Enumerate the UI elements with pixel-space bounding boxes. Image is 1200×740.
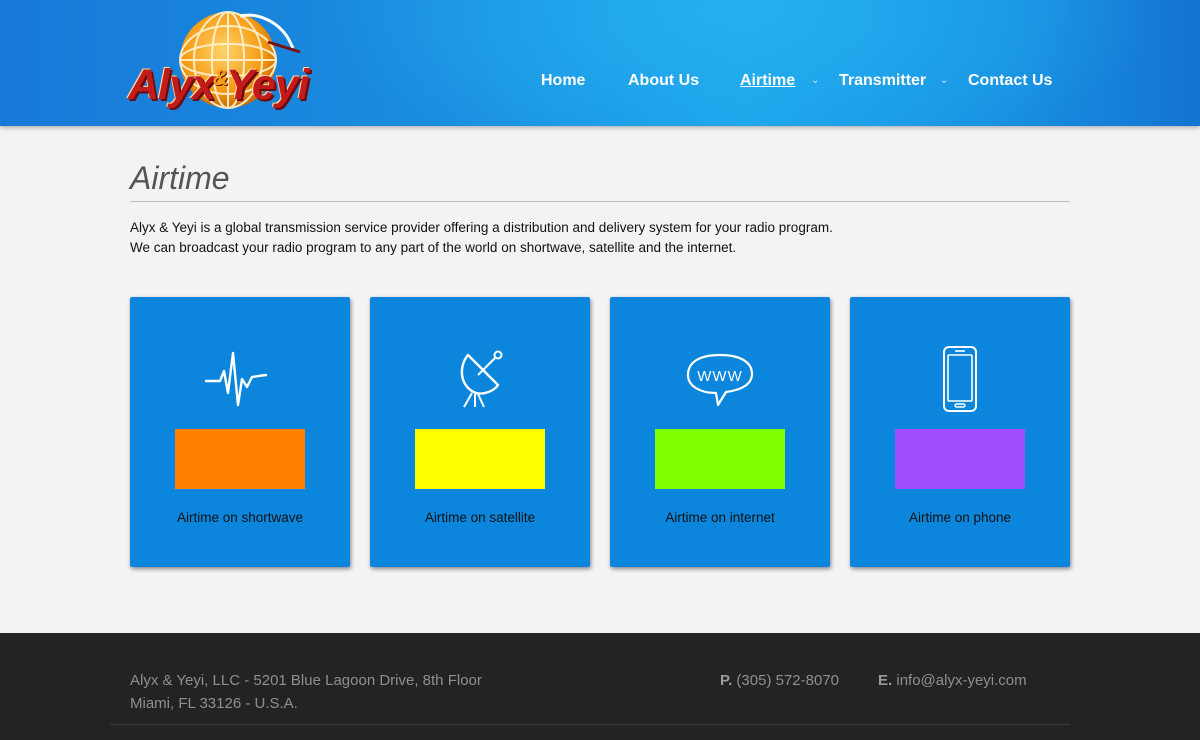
card-satellite[interactable]: Airtime on satellite [370, 297, 590, 567]
phone-prefix: P. [720, 672, 733, 689]
email-link[interactable]: info@alyx-yeyi.com [896, 672, 1026, 689]
intro-line: Alyx & Yeyi is a global transmission ser… [130, 220, 833, 235]
svg-text:WWW: WWW [697, 368, 742, 385]
nav-airtime[interactable]: Airtime [740, 72, 795, 90]
www-speech-bubble-icon: WWW [686, 353, 754, 407]
color-swatch [655, 429, 785, 489]
footer-divider [110, 724, 1070, 725]
logo-wordmark: Alyx&Yeyi [128, 54, 318, 109]
nav-contact-us[interactable]: Contact Us [968, 72, 1052, 90]
smartphone-icon [943, 346, 977, 412]
nav-home[interactable]: Home [541, 72, 585, 90]
footer-email: E. info@alyx-yeyi.com [878, 669, 1027, 692]
footer-phone: P. (305) 572-8070 [720, 669, 839, 692]
shortwave-signal-icon [204, 351, 268, 407]
intro-line: We can broadcast your radio program to a… [130, 240, 737, 255]
intro-text: Alyx & Yeyi is a global transmission ser… [130, 218, 1070, 258]
card-internet[interactable]: WWW Airtime on internet [610, 297, 830, 567]
nav-about-us[interactable]: About Us [628, 72, 699, 90]
color-swatch [415, 429, 545, 489]
phone-number[interactable]: (305) 572-8070 [736, 672, 839, 689]
title-divider [130, 201, 1070, 202]
site-footer: Alyx & Yeyi, LLC - 5201 Blue Lagoon Driv… [0, 633, 1200, 740]
footer-address: Alyx & Yeyi, LLC - 5201 Blue Lagoon Driv… [130, 669, 482, 715]
card-shortwave[interactable]: Airtime on shortwave [130, 297, 350, 567]
card-phone[interactable]: Airtime on phone [850, 297, 1070, 567]
color-swatch [175, 429, 305, 489]
address-line: Miami, FL 33126 - U.S.A. [130, 695, 298, 712]
logo[interactable]: Alyx&Yeyi [128, 8, 318, 116]
card-label: Airtime on satellite [424, 510, 536, 525]
color-swatch [895, 429, 1025, 489]
site-header: Alyx&Yeyi Home About Us Airtime ⌄ Transm… [0, 0, 1200, 126]
card-label: Airtime on phone [908, 510, 1012, 525]
nav-transmitter[interactable]: Transmitter [839, 72, 926, 90]
page-title: Airtime [130, 160, 230, 196]
chevron-down-icon[interactable]: ⌄ [811, 75, 819, 86]
address-line: Alyx & Yeyi, LLC - 5201 Blue Lagoon Driv… [130, 672, 482, 689]
email-prefix: E. [878, 672, 893, 689]
card-label: Airtime on shortwave [176, 510, 304, 525]
satellite-dish-icon [460, 350, 503, 408]
logo-word-2: Yeyi [225, 61, 310, 109]
card-label: Airtime on internet [665, 510, 775, 525]
chevron-down-icon[interactable]: ⌄ [940, 75, 948, 86]
logo-word-1: Alyx [128, 61, 216, 109]
